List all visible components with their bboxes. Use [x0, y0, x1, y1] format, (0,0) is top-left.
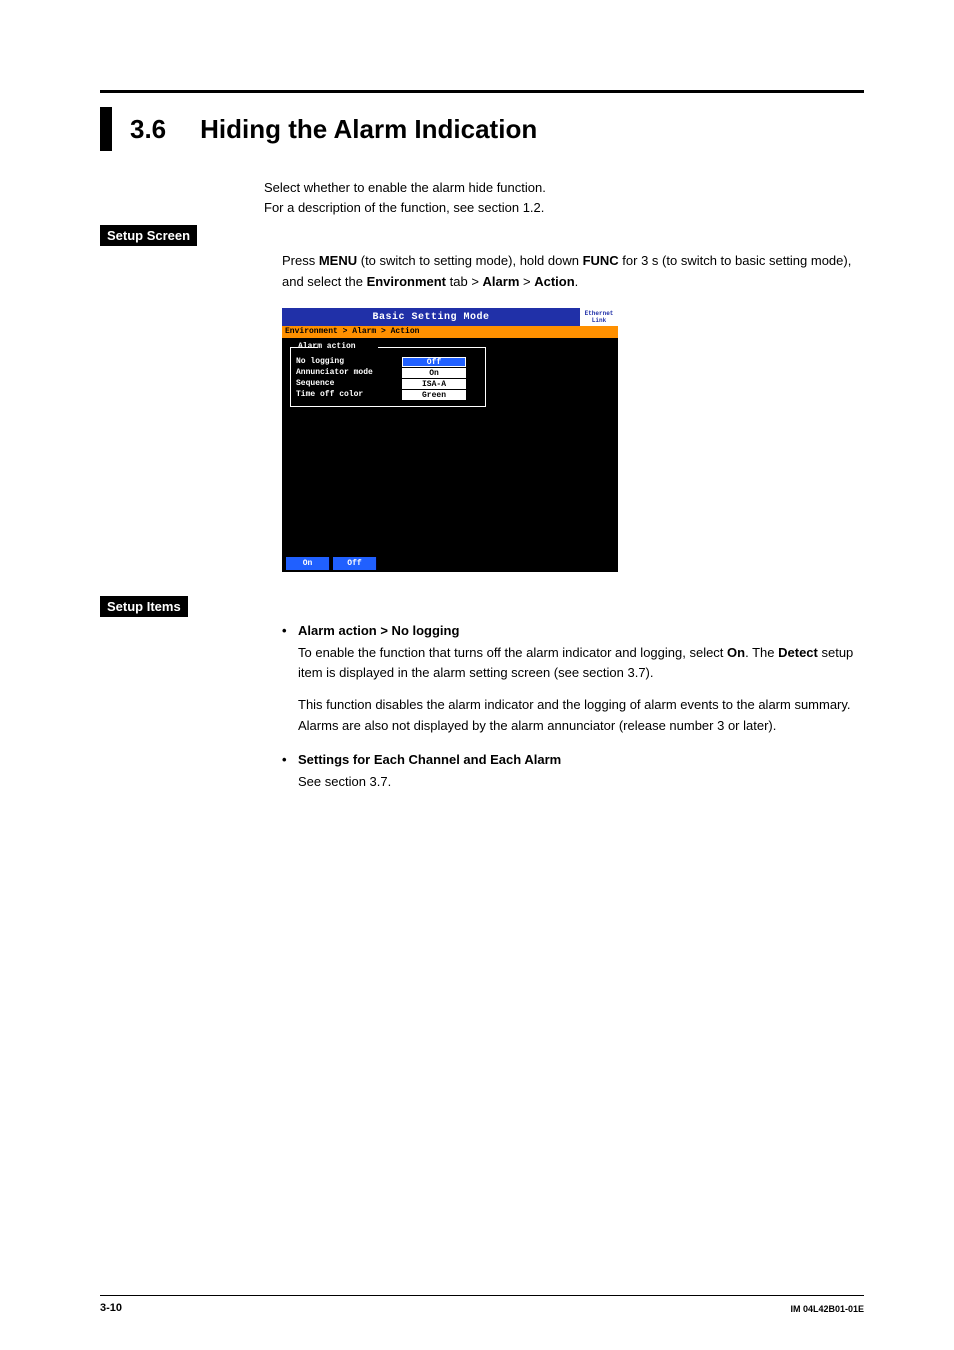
- setting-row-sequence[interactable]: Sequence ISA-A: [296, 378, 481, 389]
- heading-number: 3.6: [130, 114, 166, 145]
- device-titlebar: Basic Setting Mode Ethernet Link: [282, 308, 618, 326]
- softkey-off[interactable]: Off: [333, 557, 377, 570]
- row-label: No logging: [296, 357, 402, 366]
- env-tab: Environment: [367, 274, 446, 289]
- row-value[interactable]: Green: [402, 390, 466, 400]
- heading-title: Hiding the Alarm Indication: [200, 114, 537, 145]
- row-value[interactable]: On: [402, 368, 466, 378]
- intro-line-2: For a description of the function, see s…: [264, 198, 854, 218]
- text: (to switch to setting mode), hold down: [357, 253, 582, 268]
- item-body: See section 3.7.: [298, 772, 854, 792]
- setup-items-content: • Alarm action > No logging To enable th…: [282, 621, 854, 806]
- item-paragraph: This function disables the alarm indicat…: [298, 695, 854, 735]
- alarm-tab: Alarm: [483, 274, 520, 289]
- badge-line: Link: [592, 317, 606, 324]
- page: 3.6 Hiding the Alarm Indication Select w…: [0, 0, 954, 1350]
- text: . The: [745, 645, 778, 660]
- label-setup-screen: Setup Screen: [100, 225, 197, 246]
- setting-row-no-logging[interactable]: No logging Off: [296, 356, 481, 367]
- setting-row-annunciator[interactable]: Annunciator mode On: [296, 367, 481, 378]
- item-heading: Alarm action > No logging: [298, 621, 459, 641]
- device-breadcrumb: Environment > Alarm > Action: [282, 326, 618, 338]
- row-label: Time off color: [296, 390, 402, 399]
- text: tab >: [446, 274, 483, 289]
- device-softkeys: On Off: [282, 554, 618, 572]
- item-body: To enable the function that turns off th…: [298, 643, 854, 736]
- row-value-selected[interactable]: Off: [402, 357, 466, 367]
- ethernet-link-badge: Ethernet Link: [580, 308, 618, 326]
- footer-rule: [100, 1295, 864, 1296]
- setting-row-time-off-color[interactable]: Time off color Green: [296, 389, 481, 400]
- detect-item: Detect: [778, 645, 818, 660]
- device-body: Alarm action No logging Off Annunciator …: [282, 338, 618, 554]
- intro-text: Select whether to enable the alarm hide …: [264, 178, 854, 217]
- bullet-icon: •: [282, 750, 298, 772]
- item-heading: Settings for Each Channel and Each Alarm: [298, 750, 561, 770]
- row-value[interactable]: ISA-A: [402, 379, 466, 389]
- on-value: On: [727, 645, 745, 660]
- menu-key: MENU: [319, 253, 357, 268]
- setup-instruction: Press MENU (to switch to setting mode), …: [282, 251, 854, 293]
- text: .: [575, 274, 579, 289]
- device-screenshot: Basic Setting Mode Ethernet Link Environ…: [282, 308, 618, 572]
- badge-line: Ethernet: [585, 310, 614, 317]
- text: To enable the function that turns off th…: [298, 645, 727, 660]
- row-label: Sequence: [296, 379, 402, 388]
- page-number: 3-10: [100, 1302, 122, 1314]
- intro-line-1: Select whether to enable the alarm hide …: [264, 178, 854, 198]
- bullet-icon: •: [282, 621, 298, 643]
- top-rule: [100, 90, 864, 93]
- label-setup-items: Setup Items: [100, 596, 188, 617]
- section-heading: 3.6 Hiding the Alarm Indication: [100, 107, 864, 151]
- func-key: FUNC: [583, 253, 619, 268]
- row-label: Annunciator mode: [296, 368, 402, 377]
- text: >: [519, 274, 534, 289]
- document-id: IM 04L42B01-01E: [790, 1304, 864, 1314]
- alarm-action-fieldset: No logging Off Annunciator mode On Seque…: [290, 348, 486, 407]
- softkey-on[interactable]: On: [286, 557, 330, 570]
- item-paragraph: See section 3.7.: [298, 772, 854, 792]
- text: Press: [282, 253, 319, 268]
- device-title: Basic Setting Mode: [282, 308, 580, 326]
- heading-bar-icon: [100, 107, 112, 151]
- action-tab: Action: [534, 274, 574, 289]
